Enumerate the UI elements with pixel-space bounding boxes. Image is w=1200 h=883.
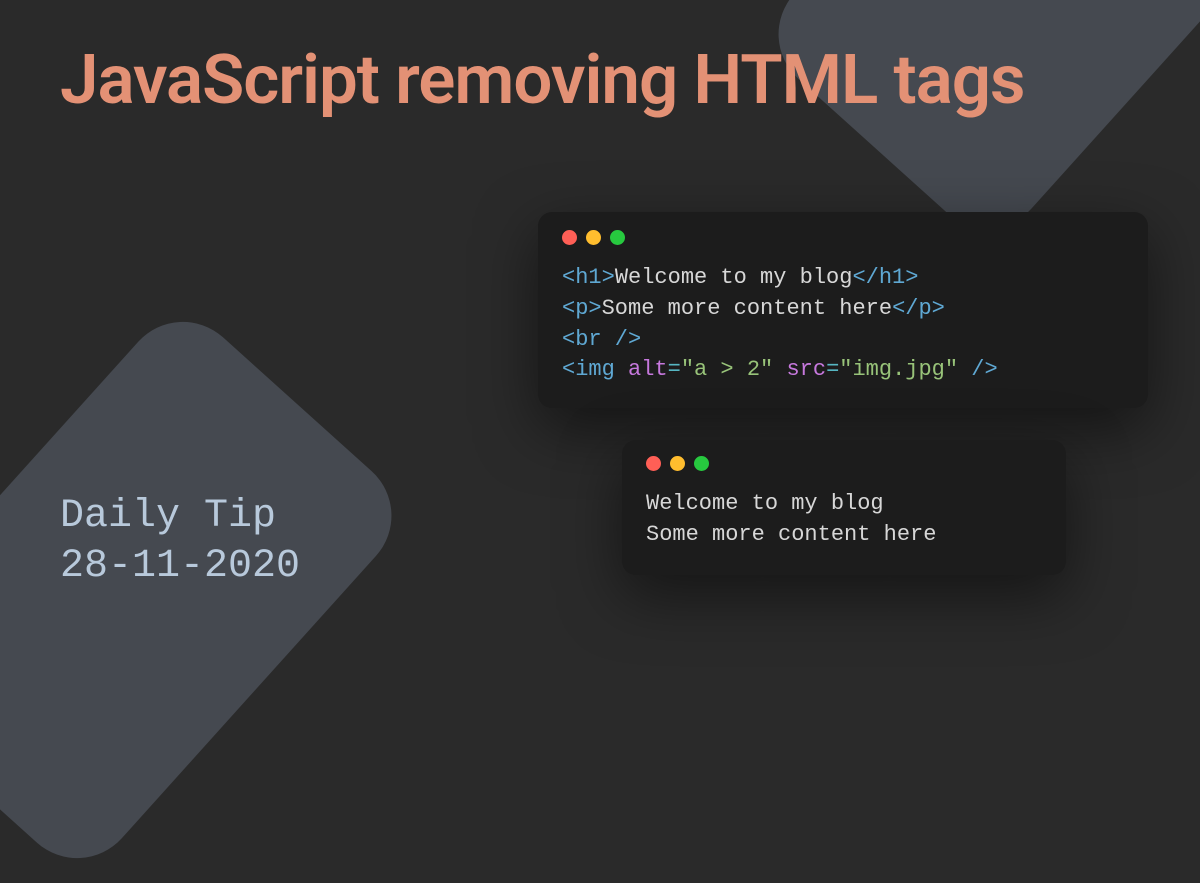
minimize-icon bbox=[586, 230, 601, 245]
window-controls bbox=[562, 230, 1124, 245]
code-tag: </h1> bbox=[852, 265, 918, 290]
code-tag: </p> bbox=[892, 296, 945, 321]
close-icon bbox=[562, 230, 577, 245]
subtitle-label: Daily Tip bbox=[60, 492, 300, 542]
minimize-icon bbox=[670, 456, 685, 471]
code-tag: <img bbox=[562, 357, 628, 382]
code-op: = bbox=[826, 357, 839, 382]
code-tag: <br /> bbox=[562, 327, 641, 352]
output-line: Some more content here bbox=[646, 522, 936, 547]
code-text: Welcome to my blog bbox=[615, 265, 853, 290]
subtitle-block: Daily Tip 28-11-2020 bbox=[60, 492, 300, 592]
content-area: JavaScript removing HTML tags Daily Tip … bbox=[0, 0, 1200, 630]
code-tag: <h1> bbox=[562, 265, 615, 290]
code-tag: /> bbox=[958, 357, 998, 382]
maximize-icon bbox=[610, 230, 625, 245]
code-tag: <p> bbox=[562, 296, 602, 321]
code-window-input: <h1>Welcome to my blog</h1> <p>Some more… bbox=[538, 212, 1148, 408]
code-string: "img.jpg" bbox=[839, 357, 958, 382]
main-title: JavaScript removing HTML tags bbox=[60, 40, 1140, 119]
code-string: "a > 2" bbox=[681, 357, 773, 382]
code-attr: alt bbox=[628, 357, 668, 382]
output-line: Welcome to my blog bbox=[646, 491, 884, 516]
code-op: = bbox=[668, 357, 681, 382]
code-block-output: Welcome to my blog Some more content her… bbox=[646, 489, 1042, 551]
maximize-icon bbox=[694, 456, 709, 471]
code-space bbox=[773, 357, 786, 382]
window-controls bbox=[646, 456, 1042, 471]
code-text: Some more content here bbox=[602, 296, 892, 321]
code-window-output: Welcome to my blog Some more content her… bbox=[622, 440, 1066, 575]
close-icon bbox=[646, 456, 661, 471]
subtitle-date: 28-11-2020 bbox=[60, 542, 300, 592]
code-attr: src bbox=[786, 357, 826, 382]
code-block-input: <h1>Welcome to my blog</h1> <p>Some more… bbox=[562, 263, 1124, 386]
